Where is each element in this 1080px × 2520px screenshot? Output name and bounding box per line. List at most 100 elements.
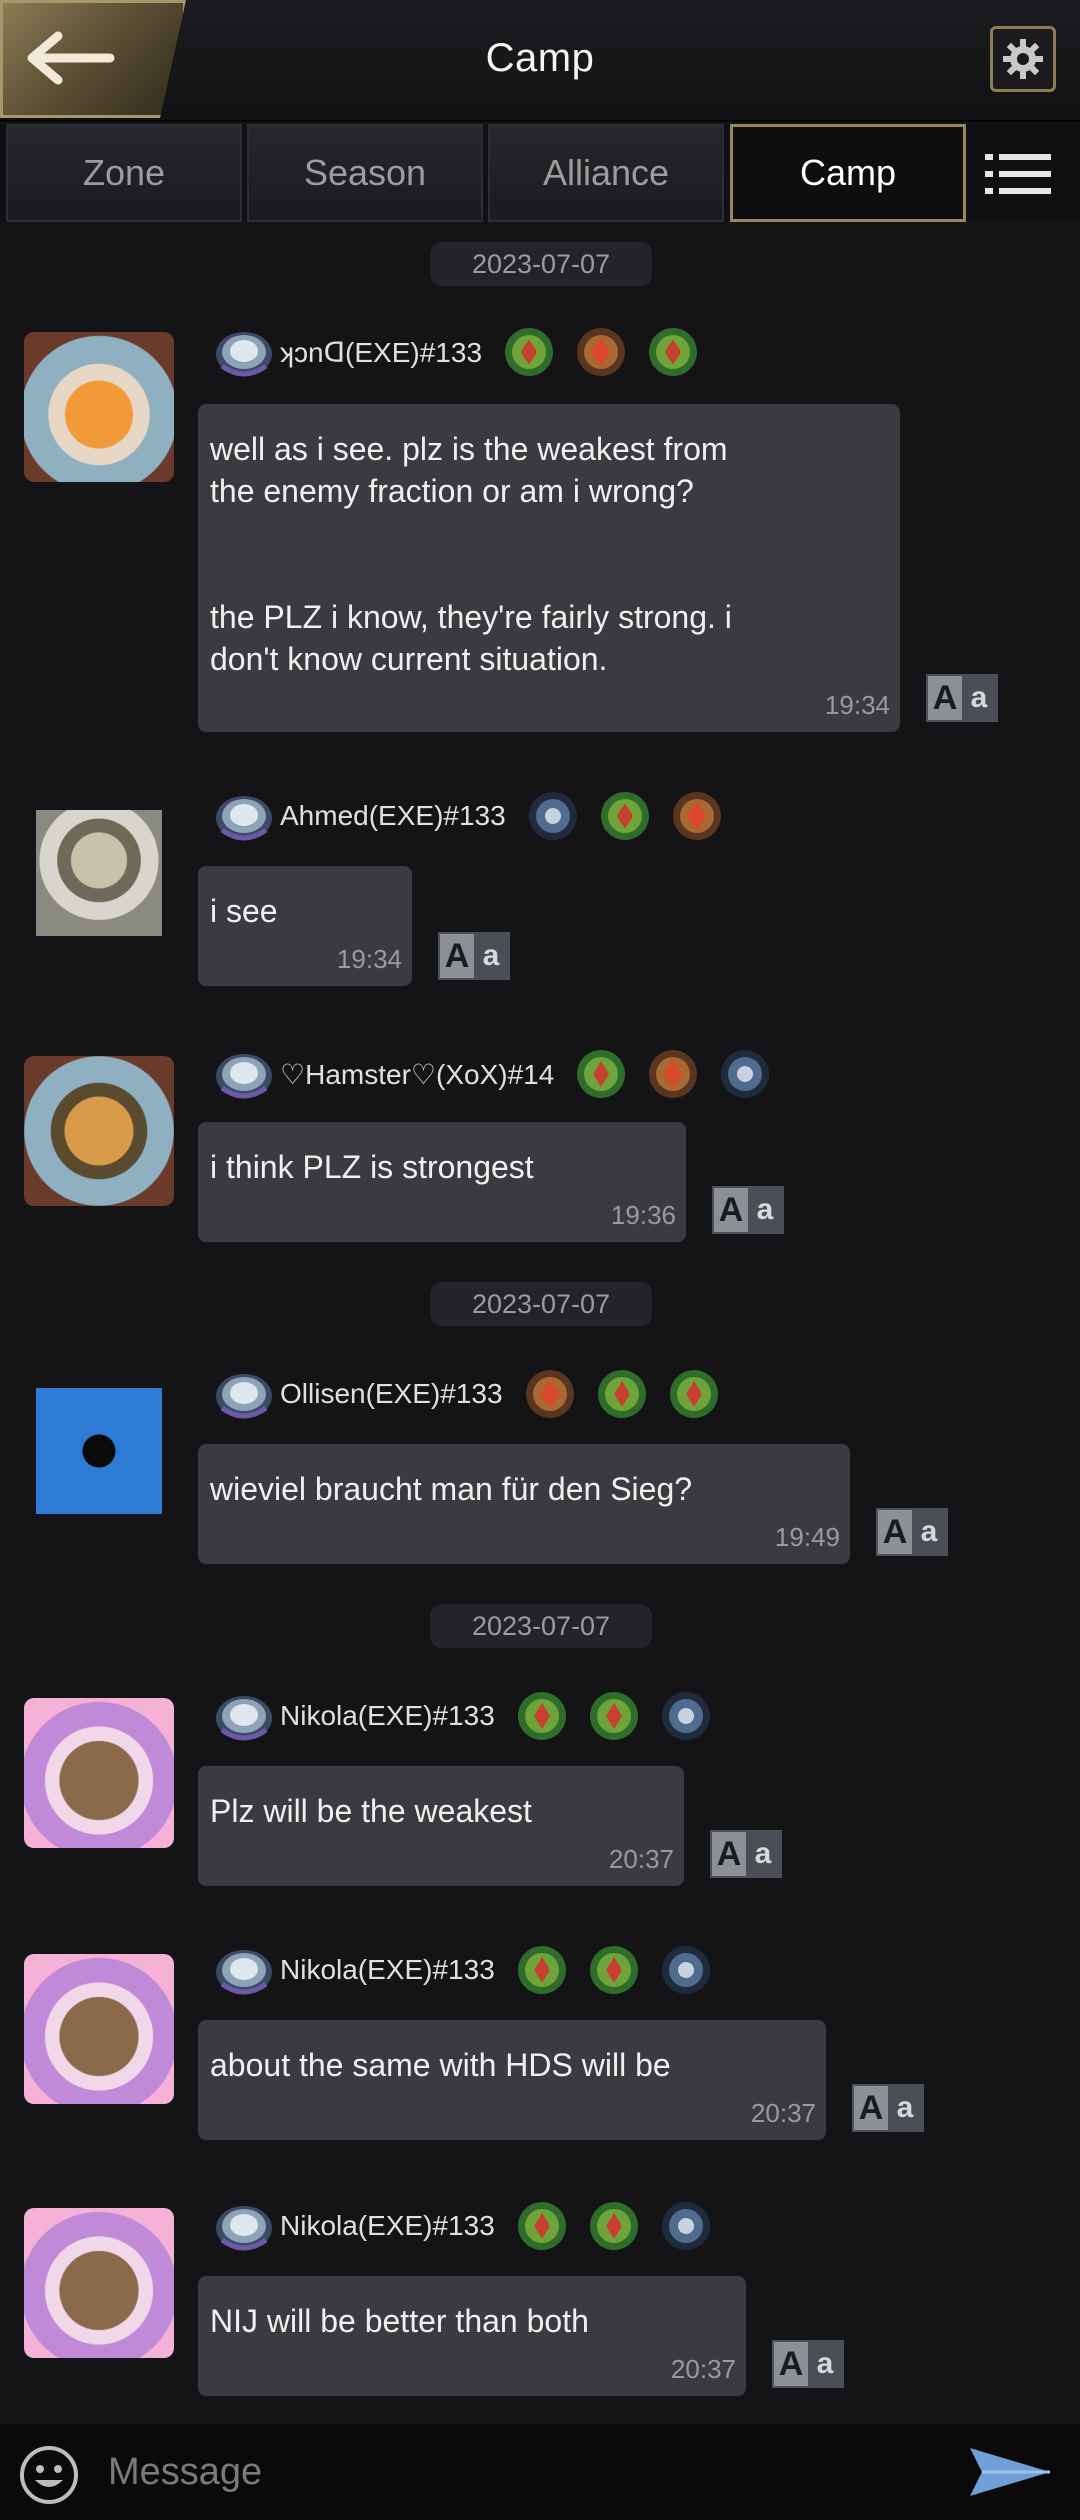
message-input[interactable] bbox=[108, 2440, 948, 2504]
settings-button[interactable] bbox=[990, 26, 1056, 92]
translate-icon-small: a bbox=[888, 2086, 922, 2130]
tab-camp[interactable]: Camp bbox=[730, 124, 966, 222]
medal-icon bbox=[646, 1047, 700, 1101]
message-bubble[interactable]: NIJ will be better than both 20:37 bbox=[198, 2276, 746, 2396]
medal-icon bbox=[515, 1943, 569, 1997]
avatar[interactable] bbox=[36, 1388, 162, 1514]
message-time: 20:37 bbox=[750, 2098, 816, 2128]
medal-icon bbox=[659, 1689, 713, 1743]
send-icon bbox=[970, 2448, 1050, 2496]
username[interactable]: Ollisen(EXE)#133 bbox=[280, 1378, 503, 1410]
message-bubble[interactable]: i think PLZ is strongest 19:36 bbox=[198, 1122, 686, 1242]
message-bubble[interactable]: Plz will be the weakest 20:37 bbox=[198, 1766, 684, 1886]
medal-icon bbox=[515, 2199, 569, 2253]
avatar[interactable] bbox=[24, 2208, 174, 2358]
tab-alliance[interactable]: Alliance bbox=[488, 124, 724, 222]
translate-button[interactable]: A a bbox=[876, 1508, 948, 1556]
translate-icon-big: A bbox=[878, 1510, 912, 1554]
rank-icon bbox=[212, 324, 276, 380]
medal-icon bbox=[502, 325, 556, 379]
message-header: Ollisen(EXE)#133 bbox=[212, 1364, 739, 1424]
message-bubble[interactable]: well as i see. plz is the weakest from t… bbox=[198, 404, 900, 732]
translate-icon-small: a bbox=[746, 1832, 780, 1876]
avatar[interactable] bbox=[36, 810, 162, 936]
translate-icon-small: a bbox=[962, 676, 996, 720]
username[interactable]: Nikola(EXE)#133 bbox=[280, 1700, 495, 1732]
date-separator: 2023-07-07 bbox=[430, 242, 652, 286]
message-text: well as i see. plz is the weakest from t… bbox=[210, 431, 732, 677]
translate-icon-big: A bbox=[854, 2086, 888, 2130]
rank-icon bbox=[212, 2198, 276, 2254]
medal-icon bbox=[598, 789, 652, 843]
translate-icon-big: A bbox=[712, 1832, 746, 1876]
medal-icon bbox=[595, 1367, 649, 1421]
message-text: i see bbox=[210, 893, 278, 929]
medal-icon bbox=[667, 1367, 721, 1421]
message-bubble[interactable]: about the same with HDS will be 20:37 bbox=[198, 2020, 826, 2140]
translate-icon-small: a bbox=[912, 1510, 946, 1554]
date-separator: 2023-07-07 bbox=[430, 1604, 652, 1648]
avatar[interactable] bbox=[24, 332, 174, 482]
translate-button[interactable]: A a bbox=[710, 1830, 782, 1878]
translate-button[interactable]: A a bbox=[852, 2084, 924, 2132]
page-title: Camp bbox=[485, 36, 595, 80]
medal-icon bbox=[574, 1047, 628, 1101]
message-bubble[interactable]: i see 19:34 bbox=[198, 866, 412, 986]
message-header: Ahmed(EXE)#133 bbox=[212, 786, 742, 846]
gear-icon bbox=[1003, 39, 1043, 79]
avatar[interactable] bbox=[24, 1698, 174, 1848]
medal-icon bbox=[718, 1047, 772, 1101]
message-time: 19:34 bbox=[336, 944, 402, 974]
rank-icon bbox=[212, 1688, 276, 1744]
rank-icon bbox=[212, 1366, 276, 1422]
message-composer bbox=[0, 2424, 1080, 2520]
send-button[interactable] bbox=[968, 2444, 1052, 2505]
message-text: i think PLZ is strongest bbox=[210, 1149, 534, 1185]
medal-icon bbox=[659, 2199, 713, 2253]
username[interactable]: Nikola(EXE)#133 bbox=[280, 1954, 495, 1986]
medal-icon bbox=[526, 789, 580, 843]
translate-button[interactable]: A a bbox=[926, 674, 998, 722]
channel-tabs: Zone Season Alliance Camp bbox=[0, 124, 1080, 222]
medal-icon bbox=[515, 1689, 569, 1743]
translate-icon-small: a bbox=[474, 934, 508, 978]
message-time: 20:37 bbox=[608, 1844, 674, 1874]
message-text: wieviel braucht man für den Sieg? bbox=[210, 1471, 693, 1507]
list-menu-icon bbox=[985, 154, 1051, 194]
message-header: ♡Hamster♡(XoX)#14 bbox=[212, 1044, 790, 1104]
menu-button[interactable] bbox=[985, 152, 1051, 196]
medal-icon bbox=[523, 1367, 577, 1421]
translate-icon-big: A bbox=[928, 676, 962, 720]
message-bubble[interactable]: wieviel braucht man für den Sieg? 19:49 bbox=[198, 1444, 850, 1564]
message-time: 20:37 bbox=[670, 2354, 736, 2384]
chat-list[interactable]: 2023-07-07 ʞɔnᗡ(EXE)#133 well as i see. … bbox=[0, 224, 1080, 2424]
message-text: about the same with HDS will be bbox=[210, 2047, 671, 2083]
tab-season[interactable]: Season bbox=[247, 124, 483, 222]
translate-icon-big: A bbox=[440, 934, 474, 978]
message-time: 19:49 bbox=[774, 1522, 840, 1552]
username[interactable]: ♡Hamster♡(XoX)#14 bbox=[280, 1058, 554, 1091]
avatar[interactable] bbox=[24, 1056, 174, 1206]
translate-icon-big: A bbox=[714, 1188, 748, 1232]
translate-button[interactable]: A a bbox=[438, 932, 510, 980]
medal-icon bbox=[587, 1943, 641, 1997]
message-header: Nikola(EXE)#133 bbox=[212, 2196, 731, 2256]
avatar[interactable] bbox=[24, 1954, 174, 2104]
rank-icon bbox=[212, 1046, 276, 1102]
translate-button[interactable]: A a bbox=[712, 1186, 784, 1234]
medal-icon bbox=[587, 2199, 641, 2253]
username[interactable]: Ahmed(EXE)#133 bbox=[280, 800, 506, 832]
translate-icon-small: a bbox=[748, 1188, 782, 1232]
tab-zone[interactable]: Zone bbox=[6, 124, 242, 222]
date-separator: 2023-07-07 bbox=[430, 1282, 652, 1326]
top-bar: Camp bbox=[0, 0, 1080, 122]
translate-icon-small: a bbox=[808, 2342, 842, 2386]
message-text: NIJ will be better than both bbox=[210, 2303, 589, 2339]
message-time: 19:34 bbox=[824, 690, 890, 720]
username[interactable]: Nikola(EXE)#133 bbox=[280, 2210, 495, 2242]
username[interactable]: ʞɔnᗡ(EXE)#133 bbox=[280, 336, 482, 369]
translate-button[interactable]: A a bbox=[772, 2340, 844, 2388]
medal-icon bbox=[587, 1689, 641, 1743]
emoji-button[interactable] bbox=[18, 2444, 80, 2511]
translate-icon-big: A bbox=[774, 2342, 808, 2386]
